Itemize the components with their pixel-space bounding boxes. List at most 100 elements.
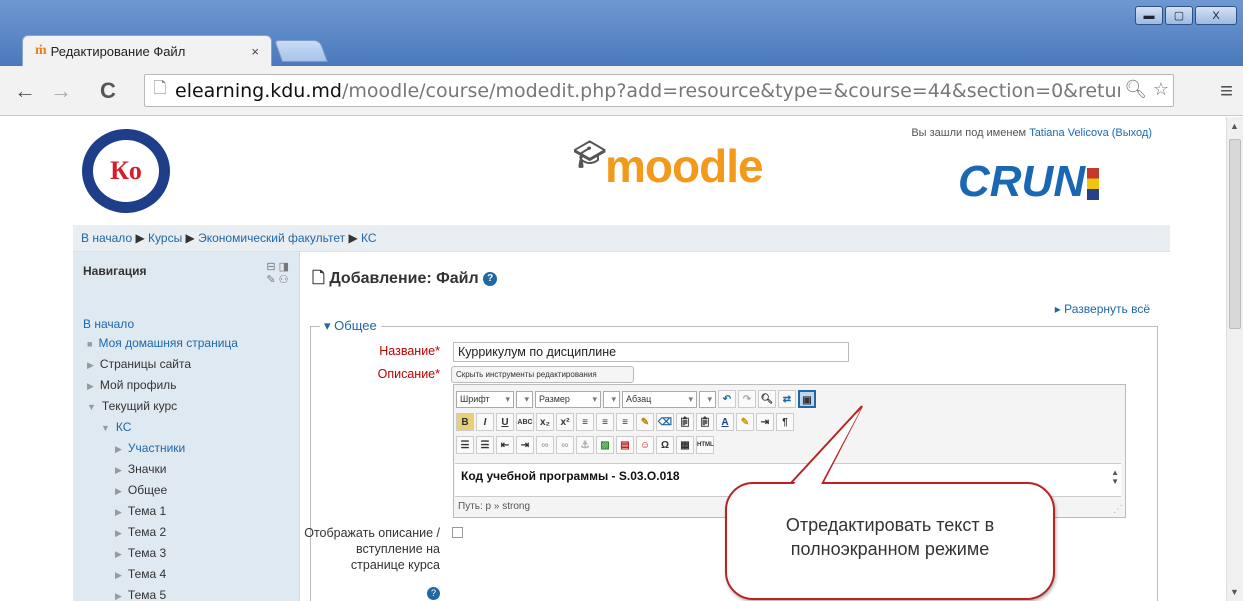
description-label: Описание* [377,367,440,381]
anchor-icon[interactable]: ⚓︎ [576,436,594,454]
new-tab-button[interactable] [273,40,329,62]
special-char-icon[interactable]: Ω [656,436,674,454]
nav-topic-5[interactable]: ▶ Тема 5 [115,588,166,601]
bookmark-star-icon[interactable]: ☆ [1153,79,1169,100]
breadcrumb-separator: ▶ [185,231,195,245]
text-color-icon[interactable]: A [716,413,734,431]
expand-all-link[interactable]: ▸ Развернуть всё [1055,302,1150,316]
breadcrumb-faculty[interactable]: Экономический факультет [198,231,345,245]
nav-current-course[interactable]: ▼ Текущий курс [87,399,177,413]
format-select-arrow[interactable] [699,390,716,408]
back-arrow-icon[interactable]: ← [14,78,36,104]
collapse-arrow-icon: ▼ [87,402,96,412]
scroll-up-icon[interactable]: ▲ [1230,121,1239,131]
browser-menu-icon[interactable]: ≡ [1220,78,1233,104]
numbered-list-icon[interactable]: ☰ [476,436,494,454]
bullet-list-icon[interactable]: ☰ [456,436,474,454]
vertical-scrollbar[interactable]: ▲ ▼ [1226,117,1243,601]
italic-icon[interactable]: I [476,413,494,431]
dock-icon[interactable]: ◨ [279,261,289,273]
bold-icon[interactable]: B [456,413,474,431]
size-select[interactable]: Размер [535,390,601,408]
cleanup-icon[interactable]: ✎ [636,413,654,431]
scroll-down-icon[interactable]: ▼ [1230,587,1239,597]
logout-link[interactable]: (Выход) [1112,127,1152,139]
unlink-icon[interactable]: ∞ [556,436,574,454]
font-select[interactable]: Шрифт [456,390,514,408]
name-input[interactable]: Куррикулум по дисциплине [453,342,849,362]
breadcrumb-course[interactable]: КС [361,231,377,245]
forward-arrow-icon[interactable]: → [50,78,72,104]
zoom-icon[interactable]: 🔍︎ [1124,79,1147,100]
link-icon[interactable]: ∞ [536,436,554,454]
indent-icon[interactable]: ⇥ [516,436,534,454]
align-center-icon[interactable]: ≡ [596,413,614,431]
nav-topic-1[interactable]: ▶ Тема 1 [115,504,166,518]
nav-dashboard[interactable]: ■ Моя домашняя страница [87,336,238,350]
nav-general[interactable]: ▶ Общее [115,483,167,497]
redo-icon[interactable]: ↷ [738,390,756,408]
nav-topic-3[interactable]: ▶ Тема 3 [115,546,166,560]
nav-home[interactable]: В начало [83,317,134,331]
editor-scroll-icon[interactable]: ▲ ▼ [1111,468,1119,486]
collapse-icon[interactable]: ⊟ [266,261,275,273]
paste-word-icon[interactable]: 📋︎ [696,413,714,431]
size-select-arrow[interactable] [603,390,620,408]
resize-grip-icon[interactable]: ⋰ [1113,504,1123,515]
nav-topic-2[interactable]: ▶ Тема 2 [115,525,166,539]
display-description-checkbox[interactable] [452,527,463,538]
maximize-button[interactable]: ▢ [1165,6,1193,25]
navigation-block: Навигация ⊟ ◨ ✎ ⚇ В начало ■ Моя домашняя … [73,252,300,601]
general-legend[interactable]: ▾ Общее [320,318,381,334]
eraser-icon[interactable]: ⌫ [656,413,674,431]
editor-toolbar-row-2: B I U ABC x₂ x² ≡ ≡ ≡ ✎ ⌫ 📋︎ 📋︎ A ✎ ⇥ ¶ [456,411,794,433]
user-profile-link[interactable]: Tatiana Velicova [1029,127,1109,139]
editor-path: Путь: p » strong [458,501,531,512]
paste-text-icon[interactable]: 📋︎ [676,413,694,431]
kdu-logo[interactable]: Кo [82,129,170,213]
help-icon[interactable]: ? [483,271,498,286]
edit-icon[interactable]: ✎ [266,274,275,286]
image-icon[interactable]: ▨ [596,436,614,454]
expand-arrow-icon: ▶ [115,507,122,517]
reload-icon[interactable]: C [100,78,116,104]
breadcrumb-home[interactable]: В начало [81,231,132,245]
ltr-icon[interactable]: ⇥ [756,413,774,431]
font-select-arrow[interactable] [516,390,533,408]
scrollbar-thumb[interactable] [1229,139,1241,329]
nav-site-pages[interactable]: ▶ Страницы сайта [87,357,191,371]
nav-my-profile[interactable]: ▶ Мой профиль [87,378,176,392]
align-right-icon[interactable]: ≡ [616,413,634,431]
superscript-icon[interactable]: x² [556,413,574,431]
paragraph-mark-icon[interactable]: ¶ [776,413,794,431]
subscript-icon[interactable]: x₂ [536,413,554,431]
address-bar[interactable]: 🗋 elearning.kdu.md/moodle/course/modedit… [144,74,1174,107]
format-select[interactable]: Абзац [622,390,697,408]
align-left-icon[interactable]: ≡ [576,413,594,431]
undo-icon[interactable]: ↶ [718,390,736,408]
fullscreen-icon[interactable]: ▣ [798,390,816,408]
close-window-button[interactable]: X [1195,6,1237,25]
help-icon[interactable]: ? [427,587,440,600]
emoticon-icon[interactable]: ☺ [636,436,654,454]
nav-course-ks[interactable]: ▼ КС [101,420,131,434]
toggle-editor-tools-button[interactable]: Скрыть инструменты редактирования [451,366,634,383]
nav-participants[interactable]: ▶ Участники [115,441,185,455]
find-icon[interactable]: 🔍︎ [758,390,776,408]
underline-icon[interactable]: U [496,413,514,431]
assign-roles-icon[interactable]: ⚇ [279,274,289,286]
nav-badges[interactable]: ▶ Значки [115,462,166,476]
strikethrough-icon[interactable]: ABC [516,413,534,431]
tab-close-icon[interactable]: × [251,44,259,59]
nav-topic-4[interactable]: ▶ Тема 4 [115,567,166,581]
table-icon[interactable]: ▦ [676,436,694,454]
html-source-icon[interactable]: HTML [696,436,714,454]
highlight-color-icon[interactable]: ✎ [736,413,754,431]
breadcrumb-courses[interactable]: Курсы [148,231,182,245]
expand-arrow-icon: ▶ [115,444,122,454]
browser-tab[interactable]: ṁ Редактирование Файл × [22,35,272,66]
media-icon[interactable]: ▤ [616,436,634,454]
replace-icon[interactable]: ⇄ [778,390,796,408]
outdent-icon[interactable]: ⇤ [496,436,514,454]
minimize-button[interactable]: ▬ [1135,6,1163,25]
